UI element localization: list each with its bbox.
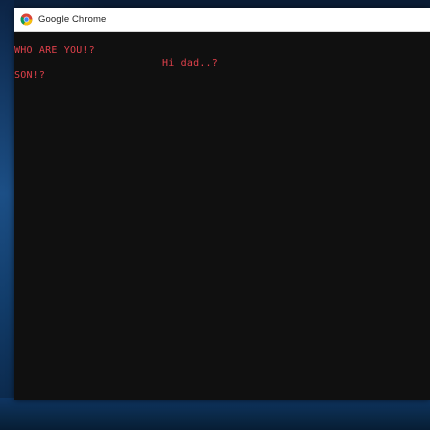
desktop-wallpaper-left bbox=[0, 0, 14, 430]
window-title: Google Chrome bbox=[38, 14, 107, 25]
dialogue-line: Hi dad..? bbox=[162, 58, 218, 69]
dialogue-line: WHO ARE YOU!? bbox=[14, 45, 95, 56]
desktop-wallpaper-bottom bbox=[0, 398, 430, 430]
dialogue-line: SON!? bbox=[14, 70, 46, 81]
page-content[interactable]: WHO ARE YOU!? Hi dad..? SON!? bbox=[14, 32, 430, 400]
chrome-icon bbox=[20, 13, 33, 26]
browser-window[interactable]: Google Chrome WHO ARE YOU!? Hi dad..? SO… bbox=[14, 8, 430, 400]
window-titlebar[interactable]: Google Chrome bbox=[14, 8, 430, 32]
